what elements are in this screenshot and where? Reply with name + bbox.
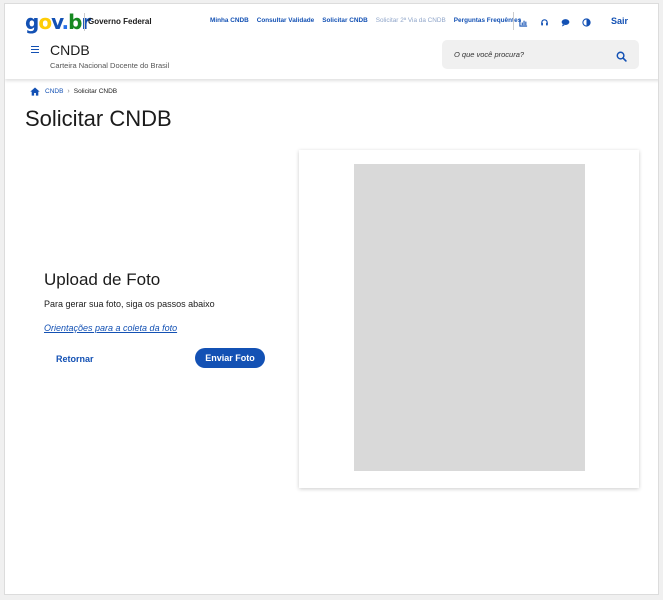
browser-viewport: gov.br Governo Federal Minha CNDB Consul…	[4, 3, 659, 595]
home-icon[interactable]	[30, 87, 40, 96]
back-button[interactable]: Retornar	[51, 349, 99, 369]
nav-divider	[513, 12, 514, 30]
breadcrumb: CNDB › Solicitar CNDB	[30, 87, 117, 96]
search-box	[442, 40, 639, 69]
menu-icon[interactable]	[31, 46, 39, 53]
nav-link-segunda-via[interactable]: Solicitar 2ª Via da CNDB	[376, 17, 446, 24]
breadcrumb-current: Solicitar CNDB	[73, 88, 118, 95]
upload-description: Para gerar sua foto, siga os passos abai…	[44, 299, 215, 309]
nav-link-solicitar-cndb[interactable]: Solicitar CNDB	[322, 17, 367, 24]
search-icon[interactable]	[616, 49, 627, 62]
top-nav: Minha CNDB Consultar Validade Solicitar …	[210, 17, 521, 24]
upload-title: Upload de Foto	[44, 270, 161, 289]
page-title: Solicitar CNDB	[25, 106, 172, 131]
site-title: CNDB	[50, 42, 90, 58]
logo-divider	[84, 13, 85, 31]
chat-icon[interactable]	[561, 14, 570, 27]
chevron-right-icon: ›	[67, 88, 70, 95]
chart-icon[interactable]	[519, 14, 528, 27]
headset-icon[interactable]	[540, 14, 549, 26]
photo-placeholder[interactable]	[354, 164, 585, 471]
header-tools	[519, 14, 591, 27]
org-name: Governo Federal	[88, 17, 152, 26]
nav-link-perguntas[interactable]: Perguntas Frequêntes	[454, 17, 521, 24]
exit-button[interactable]: Sair	[611, 16, 628, 26]
govbr-logo[interactable]: gov.br	[25, 11, 91, 33]
nav-link-minha-cndb[interactable]: Minha CNDB	[210, 17, 249, 24]
site-header: gov.br Governo Federal Minha CNDB Consul…	[5, 4, 658, 79]
contrast-icon[interactable]	[582, 14, 591, 27]
nav-link-consultar-validade[interactable]: Consultar Validade	[257, 17, 315, 24]
site-subtitle: Carteira Nacional Docente do Brasil	[50, 61, 170, 70]
photo-guidelines-link[interactable]: Orientações para a coleta da foto	[44, 323, 177, 333]
breadcrumb-link-cndb[interactable]: CNDB	[45, 88, 63, 95]
search-input[interactable]	[442, 40, 612, 69]
photo-card	[299, 150, 639, 488]
send-photo-button[interactable]: Enviar Foto	[195, 348, 265, 368]
